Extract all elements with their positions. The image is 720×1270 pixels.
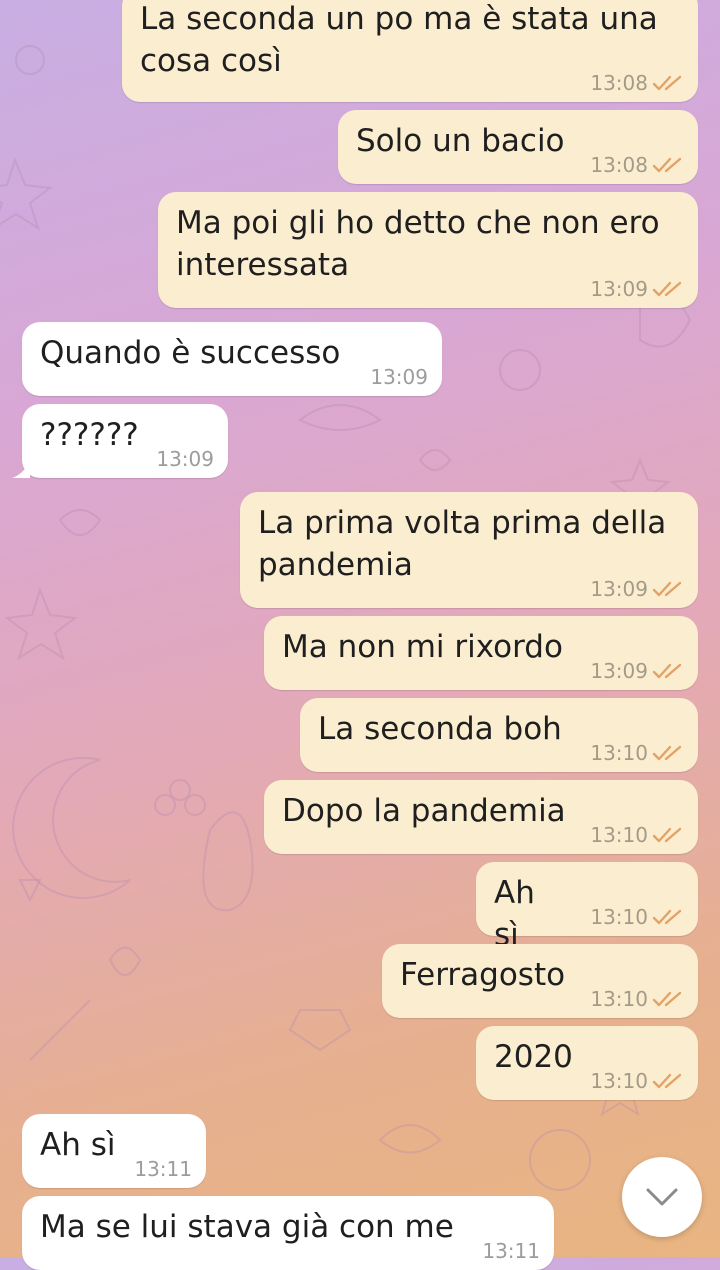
outgoing-message[interactable]: Dopo la pandemia 13:10	[264, 780, 698, 854]
outgoing-message[interactable]: 2020 13:10	[476, 1026, 698, 1100]
message-text: ??????	[40, 417, 139, 453]
message-time: 13:09	[590, 577, 648, 601]
outgoing-message[interactable]: Solo un bacio 13:08	[338, 110, 698, 184]
double-check-icon	[652, 745, 682, 761]
message-meta: 13:09	[156, 448, 214, 470]
message-text: Ah sì	[494, 875, 535, 953]
message-meta: 13:09	[370, 366, 428, 388]
message-time: 13:11	[482, 1239, 540, 1263]
double-check-icon	[652, 157, 682, 173]
outgoing-message[interactable]: Ferragosto 13:10	[382, 944, 698, 1018]
message-text: Dopo la pandemia	[282, 793, 566, 829]
message-time: 13:08	[590, 71, 648, 95]
message-meta: 13:09	[590, 278, 684, 300]
message-meta: 13:10	[590, 742, 684, 764]
incoming-message[interactable]: Quando è successo 13:09	[22, 322, 442, 396]
message-text: Ferragosto	[400, 957, 566, 993]
message-meta: 13:08	[590, 154, 684, 176]
double-check-icon	[652, 827, 682, 843]
message-text: Ah sì	[40, 1127, 116, 1163]
message-text: Solo un bacio	[356, 123, 565, 159]
message-time: 13:10	[590, 905, 648, 929]
message-time: 13:11	[134, 1157, 192, 1181]
message-meta: 13:08	[590, 72, 684, 94]
message-meta: 13:11	[134, 1158, 192, 1180]
message-meta: 13:11	[482, 1240, 540, 1262]
message-text: Ma poi gli ho detto che non ero interess…	[176, 205, 660, 283]
chevron-down-icon	[646, 1188, 678, 1206]
message-meta: 13:10	[590, 824, 684, 846]
outgoing-message[interactable]: La prima volta prima della pandemia 13:09	[240, 492, 698, 608]
bubble-tail	[12, 460, 30, 478]
message-text: La prima volta prima della pandemia	[258, 505, 667, 583]
double-check-icon	[652, 991, 682, 1007]
outgoing-message[interactable]: Ah sì 13:10	[476, 862, 698, 953]
double-check-icon	[652, 909, 682, 925]
message-text: 2020	[494, 1039, 573, 1075]
message-text: La seconda boh	[318, 711, 562, 747]
message-time: 13:08	[590, 153, 648, 177]
outgoing-message[interactable]: Ma poi gli ho detto che non ero interess…	[158, 192, 698, 308]
scroll-to-bottom-button[interactable]	[622, 1157, 702, 1237]
message-meta: 13:10	[590, 1070, 684, 1092]
message-time: 13:09	[156, 447, 214, 471]
message-meta: 13:09	[590, 578, 684, 600]
outgoing-message[interactable]: La seconda un po ma è stata una cosa cos…	[122, 0, 698, 102]
message-text: La seconda un po ma è stata una cosa cos…	[140, 1, 658, 79]
double-check-icon	[652, 75, 682, 91]
message-text: Quando è successo	[40, 335, 341, 371]
double-check-icon	[652, 663, 682, 679]
message-time: 13:10	[590, 823, 648, 847]
incoming-message[interactable]: ?????? 13:09	[12, 404, 228, 478]
double-check-icon	[652, 1073, 682, 1089]
message-meta: 13:09	[590, 660, 684, 682]
message-text: Ma se lui stava già con me	[40, 1209, 454, 1245]
message-time: 13:10	[590, 987, 648, 1011]
double-check-icon	[652, 581, 682, 597]
message-meta: 13:10	[590, 988, 684, 1010]
message-meta: 13:10	[590, 906, 684, 928]
double-check-icon	[652, 281, 682, 297]
message-time: 13:09	[370, 365, 428, 389]
incoming-message[interactable]: Ma se lui stava già con me 13:11	[22, 1196, 554, 1270]
incoming-message[interactable]: Ah sì 13:11	[22, 1114, 206, 1188]
outgoing-message[interactable]: Ma non mi rixordo 13:09	[264, 616, 698, 690]
message-time: 13:10	[590, 1069, 648, 1093]
message-time: 13:09	[590, 659, 648, 683]
outgoing-message[interactable]: La seconda boh 13:10	[300, 698, 698, 772]
message-text: Ma non mi rixordo	[282, 629, 563, 665]
message-time: 13:10	[590, 741, 648, 765]
message-time: 13:09	[590, 277, 648, 301]
